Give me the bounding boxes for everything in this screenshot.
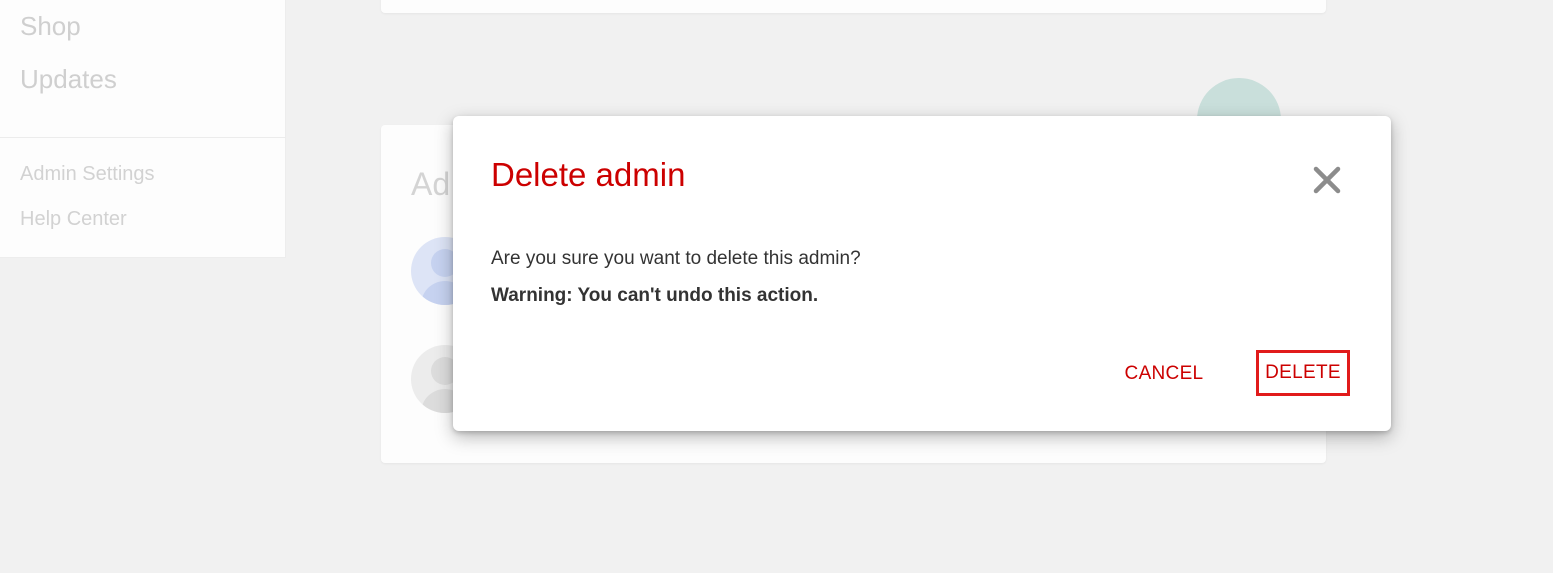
dialog-title: Delete admin — [491, 156, 686, 193]
cancel-button[interactable]: CANCEL — [1117, 358, 1211, 390]
delete-button[interactable]: DELETE — [1256, 350, 1350, 396]
top-card — [381, 0, 1326, 13]
sidebar-item-help-center[interactable]: Help Center — [20, 208, 127, 231]
sidebar-item-updates[interactable]: Updates — [20, 64, 117, 95]
delete-admin-dialog: Delete admin Are you sure you want to de… — [453, 116, 1391, 431]
page-background: Shop Updates Admin Settings Help Center … — [0, 0, 1553, 573]
close-icon[interactable] — [1309, 162, 1345, 198]
admin-card-title: Ad — [411, 166, 451, 202]
dialog-warning: Warning: You can't undo this action. — [491, 285, 819, 306]
sidebar-item-shop[interactable]: Shop — [20, 11, 81, 42]
sidebar-divider — [0, 137, 286, 138]
sidebar-item-admin-settings[interactable]: Admin Settings — [20, 163, 155, 186]
dialog-message: Are you sure you want to delete this adm… — [491, 248, 861, 269]
sidebar: Shop Updates Admin Settings Help Center — [0, 0, 286, 258]
